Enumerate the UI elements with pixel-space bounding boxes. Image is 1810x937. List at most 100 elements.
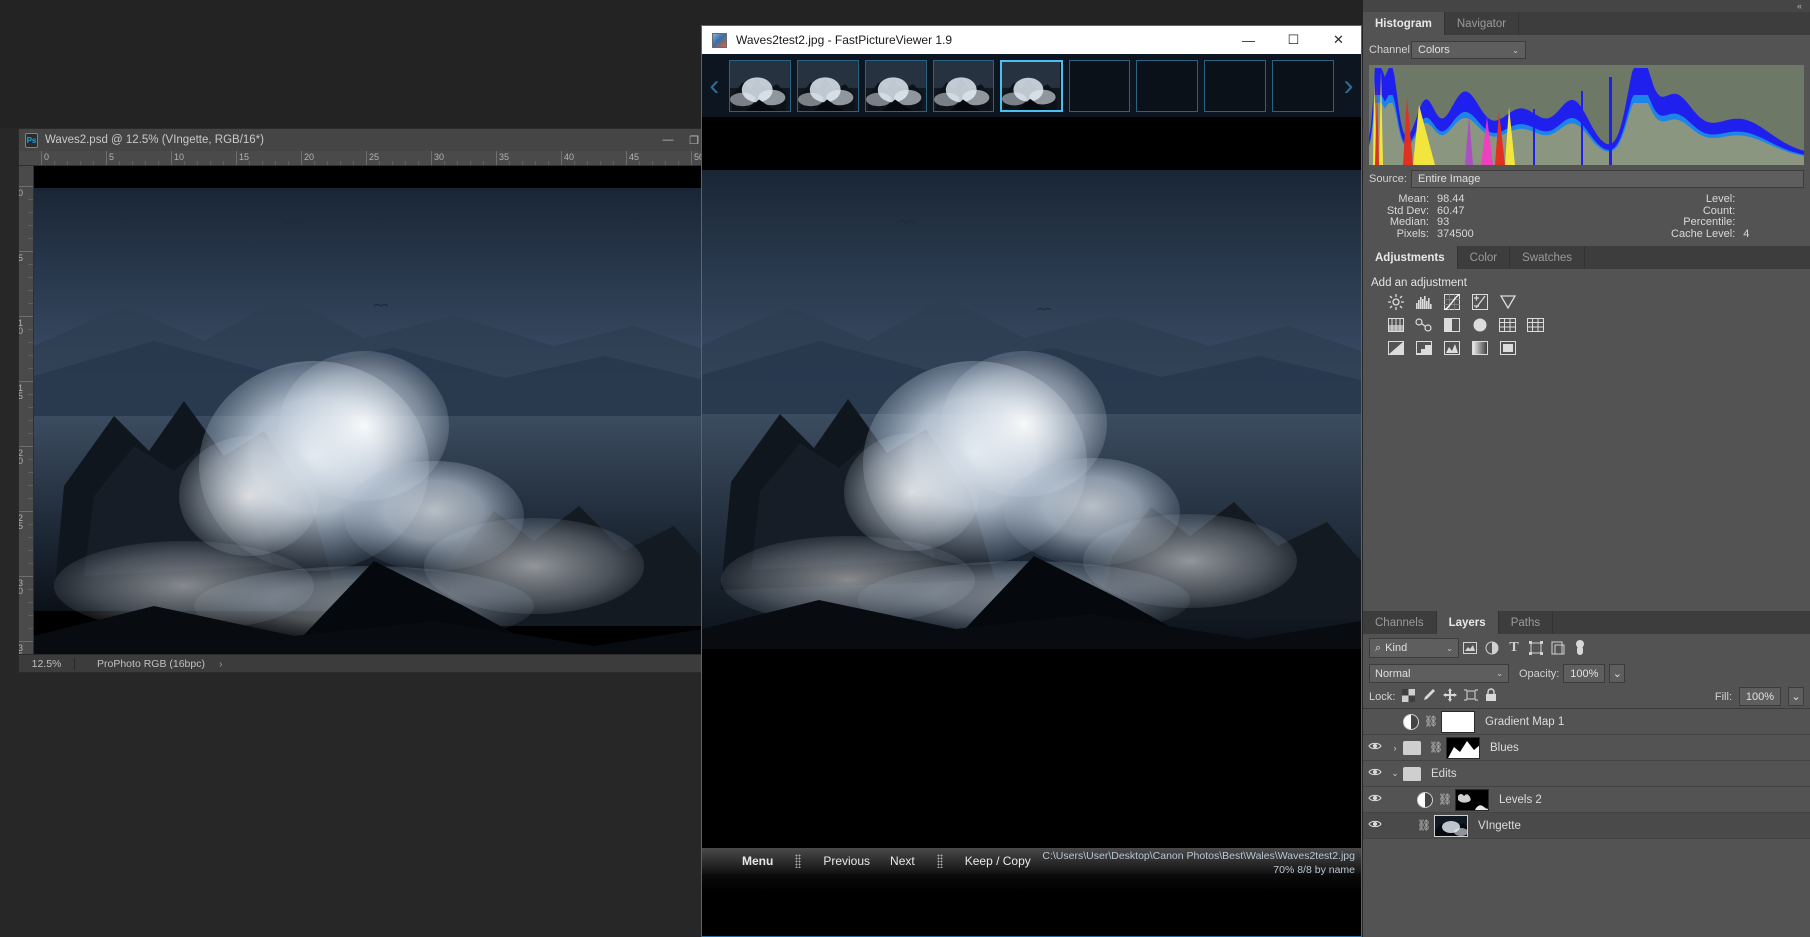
tab-swatches[interactable]: Swatches <box>1510 246 1585 269</box>
adjustment-filter-icon[interactable] <box>1481 638 1503 658</box>
color-lookup-icon[interactable] <box>1527 316 1544 333</box>
layer-disclosure-triangle-icon[interactable]: › <box>1387 743 1403 753</box>
fpv-keep-copy-button[interactable]: Keep / Copy <box>955 854 1041 868</box>
smartobject-filter-icon[interactable] <box>1547 638 1569 658</box>
tab-layers[interactable]: Layers <box>1436 611 1499 634</box>
lock-row[interactable]: Lock: Fill: 100% ⌄ <box>1363 685 1810 708</box>
document-canvas[interactable] <box>34 166 709 656</box>
tab-paths[interactable]: Paths <box>1498 611 1554 634</box>
filmstrip-thumbnail[interactable] <box>1204 59 1267 112</box>
adjustment-icon-grid[interactable] <box>1363 291 1810 368</box>
lock-position-icon[interactable] <box>1443 688 1458 705</box>
lock-all-icon[interactable] <box>1485 688 1497 705</box>
hue-saturation-icon[interactable] <box>1387 316 1404 333</box>
blend-mode-select[interactable]: Normal ⌄ <box>1369 664 1509 683</box>
channel-select[interactable]: Colors ⌄ <box>1411 41 1526 59</box>
fpv-next-button[interactable]: Next <box>880 854 925 868</box>
chevron-right-icon[interactable]: › <box>1340 70 1357 101</box>
tab-histogram[interactable]: Histogram <box>1363 12 1445 35</box>
document-title-bar[interactable]: Ps Waves2.psd @ 12.5% (VIngette, RGB/16*… <box>19 129 707 151</box>
layer-filter-row[interactable]: ⌕ Kind ⌄ T <box>1363 634 1810 662</box>
vertical-ruler[interactable]: 05101520253035 <box>19 166 34 656</box>
selective-color-icon[interactable] <box>1499 339 1516 356</box>
filmstrip-thumbnail[interactable] <box>1068 59 1131 112</box>
layer-name[interactable]: Blues <box>1488 742 1519 754</box>
black-white-icon[interactable] <box>1443 316 1460 333</box>
chevron-left-icon[interactable]: ‹ <box>706 70 723 101</box>
fpv-filmstrip[interactable]: ‹ › <box>702 54 1361 117</box>
opacity-stepper-icon[interactable]: ⌄ <box>1609 664 1626 683</box>
color-balance-icon[interactable] <box>1415 316 1432 333</box>
tab-channels[interactable]: Channels <box>1363 611 1437 634</box>
opacity-value[interactable]: 100% <box>1563 664 1606 683</box>
photo-filter-icon[interactable] <box>1471 316 1488 333</box>
filmstrip-thumbnail[interactable] <box>932 59 995 112</box>
filter-toggle-icon[interactable] <box>1569 638 1591 658</box>
filmstrip-thumbnail[interactable] <box>1136 59 1199 112</box>
layers-panel-tabs[interactable]: Channels Layers Paths <box>1363 611 1810 634</box>
layer-visibility-eye-icon[interactable] <box>1363 767 1387 780</box>
layer-thumbnail[interactable] <box>1446 736 1480 759</box>
fpv-toolbar[interactable]: Menu Previous Next Keep / Copy C:\Users\… <box>702 848 1361 874</box>
status-zoom-level[interactable]: 12.5% <box>19 658 74 670</box>
layer-link-icon[interactable]: ⛓ <box>1417 819 1431 832</box>
pixel-filter-icon[interactable] <box>1459 638 1481 658</box>
layer-name[interactable]: VIngette <box>1476 820 1521 832</box>
filmstrip-thumbnail[interactable] <box>728 59 791 112</box>
layer-link-icon[interactable]: ⛓ <box>1424 715 1438 728</box>
layer-row[interactable]: ⌄ Edits <box>1363 761 1810 787</box>
fpv-close-button[interactable]: ✕ <box>1316 26 1361 54</box>
fpv-toolbar-grip-2[interactable] <box>936 854 943 868</box>
layers-list[interactable]: ⛓ Gradient Map 1 › ⛓ Blues ⌄ Edits ⛓ Levels 2 ⛓ VI… <box>1363 708 1810 839</box>
layer-name[interactable]: Gradient Map 1 <box>1483 716 1564 728</box>
tab-navigator[interactable]: Navigator <box>1444 12 1520 35</box>
threshold-icon[interactable] <box>1443 339 1460 356</box>
filmstrip-thumbnail[interactable] <box>1272 59 1335 112</box>
levels-icon[interactable] <box>1415 293 1432 310</box>
histogram-panel-tabs[interactable]: Histogram Navigator <box>1363 12 1810 35</box>
photoshop-document-window[interactable]: Ps Waves2.psd @ 12.5% (VIngette, RGB/16*… <box>18 128 709 673</box>
fpv-menu-button[interactable]: Menu <box>732 854 783 868</box>
layer-link-icon[interactable]: ⛓ <box>1438 793 1452 806</box>
filmstrip-thumbnail[interactable] <box>796 59 859 112</box>
layer-disclosure-triangle-icon[interactable]: ⌄ <box>1387 768 1403 779</box>
posterize-icon[interactable] <box>1415 339 1432 356</box>
fpv-maximize-button[interactable]: ☐ <box>1271 26 1316 54</box>
layer-name[interactable]: Edits <box>1429 768 1457 780</box>
fpv-toolbar-grip-1[interactable] <box>795 854 802 868</box>
fpv-minimize-button[interactable]: — <box>1226 26 1271 54</box>
horizontal-ruler[interactable]: 0 5 10 15 20 25 30 35 40 45 50 <box>19 151 709 166</box>
source-select[interactable]: Entire Image <box>1411 170 1804 188</box>
gradient-map-icon[interactable] <box>1471 339 1488 356</box>
type-filter-icon[interactable]: T <box>1503 638 1525 658</box>
channel-mixer-icon[interactable] <box>1499 316 1516 333</box>
fpv-title-bar[interactable]: Waves2test2.jpg - FastPictureViewer 1.9 … <box>702 26 1361 54</box>
shape-filter-icon[interactable] <box>1525 638 1547 658</box>
layer-thumbnail[interactable] <box>1434 814 1468 837</box>
invert-icon[interactable] <box>1387 339 1404 356</box>
adjustments-panel-tabs[interactable]: Adjustments Color Swatches <box>1363 246 1810 269</box>
fastpictureviewer-window[interactable]: Waves2test2.jpg - FastPictureViewer 1.9 … <box>701 25 1362 937</box>
blend-mode-row[interactable]: Normal ⌄ Opacity: 100% ⌄ <box>1363 662 1810 685</box>
curves-icon[interactable] <box>1443 293 1460 310</box>
layer-visibility-eye-icon[interactable] <box>1363 741 1387 754</box>
layer-thumbnail[interactable] <box>1441 710 1475 733</box>
dock-collapse-button[interactable]: « <box>1363 0 1810 12</box>
layer-thumbnail[interactable] <box>1455 788 1489 811</box>
filmstrip-thumbnail[interactable] <box>1000 59 1063 112</box>
fpv-previous-button[interactable]: Previous <box>813 854 880 868</box>
vibrance-icon[interactable] <box>1499 293 1516 310</box>
lock-transparency-icon[interactable] <box>1402 688 1416 705</box>
layer-link-icon[interactable]: ⛓ <box>1429 741 1443 754</box>
brightness-contrast-icon[interactable] <box>1387 293 1404 310</box>
layer-row[interactable]: › ⛓ Blues <box>1363 735 1810 761</box>
status-expand-arrow-icon[interactable]: › <box>219 658 223 670</box>
layer-visibility-eye-icon[interactable] <box>1363 793 1387 806</box>
tab-adjustments[interactable]: Adjustments <box>1363 246 1458 269</box>
layer-row[interactable]: ⛓ Gradient Map 1 <box>1363 709 1810 735</box>
layer-kind-filter[interactable]: ⌕ Kind ⌄ <box>1369 638 1459 658</box>
fill-value[interactable]: 100% <box>1739 687 1781 706</box>
lock-artboard-icon[interactable] <box>1464 688 1479 705</box>
fill-stepper-icon[interactable]: ⌄ <box>1788 687 1804 706</box>
lock-image-icon[interactable] <box>1422 688 1436 705</box>
